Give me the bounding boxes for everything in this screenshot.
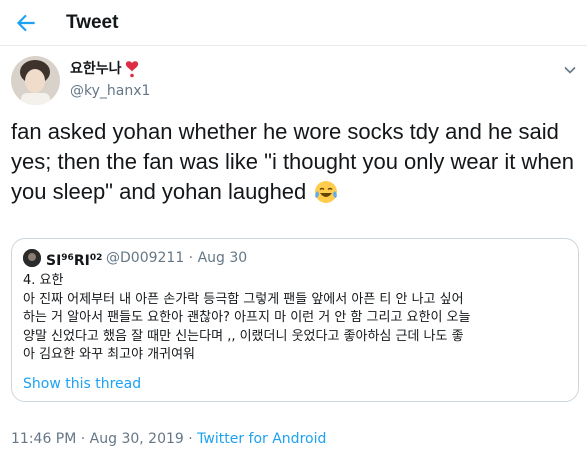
tweet-text: fan asked yohan whether he wore socks td… bbox=[11, 117, 576, 207]
display-name-text: 요한누나 bbox=[70, 61, 122, 77]
tweet-metadata: 11:46 PM · Aug 30, 2019 · Twitter for An… bbox=[11, 429, 326, 449]
back-arrow-icon[interactable] bbox=[13, 10, 39, 36]
chevron-down-icon[interactable] bbox=[562, 62, 578, 78]
tweet-text-content: fan asked yohan whether he wore socks td… bbox=[11, 119, 575, 204]
top-bar: Tweet bbox=[0, 0, 587, 46]
page-title: Tweet bbox=[66, 12, 119, 33]
tears-of-joy-icon bbox=[315, 181, 338, 203]
quote-author-name[interactable]: SI96RI02 bbox=[46, 248, 102, 271]
author-handle[interactable]: @ky_hanx1 bbox=[70, 81, 150, 101]
display-name[interactable]: 요한누나 bbox=[70, 59, 140, 79]
red-heart-icon bbox=[125, 61, 138, 78]
source-link[interactable]: Twitter for Android bbox=[197, 431, 326, 447]
timestamp: 11:46 PM · Aug 30, 2019 · bbox=[11, 431, 198, 447]
quote-avatar[interactable] bbox=[23, 249, 41, 267]
quote-handle-date: @D009211 · Aug 30 bbox=[106, 250, 248, 266]
quoted-tweet[interactable]: SI96RI02 @D009211 · Aug 30 4. 요한 아 진짜 어제… bbox=[11, 238, 579, 402]
avatar[interactable] bbox=[11, 56, 60, 105]
quote-body-text: 4. 요한 아 진짜 어제부터 내 아픈 손가락 등극함 그렇게 팬들 앞에서 … bbox=[23, 273, 471, 362]
show-thread-link[interactable]: Show this thread bbox=[23, 374, 141, 394]
